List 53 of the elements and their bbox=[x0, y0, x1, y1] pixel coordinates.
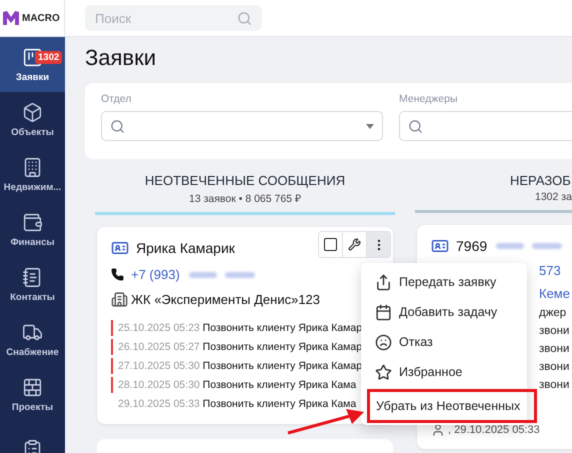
menu-item[interactable]: Передать заявку bbox=[361, 267, 527, 297]
id-card-icon bbox=[111, 239, 129, 257]
column-title: НЕРАЗОБ bbox=[509, 173, 572, 188]
phone-link[interactable]: +7 (993) bbox=[131, 267, 180, 282]
client-name: Ярика Камарик bbox=[136, 240, 235, 256]
star-icon bbox=[375, 364, 392, 380]
card-link[interactable]: Кеме bbox=[539, 286, 570, 301]
card-text: звони bbox=[539, 325, 570, 337]
column-summary: 1302 за bbox=[534, 191, 572, 203]
task-line: 29.10.2025 05:33 Позвонить клиенту Ярика Кама bbox=[117, 397, 358, 412]
user-icon bbox=[431, 423, 445, 437]
sidebar-item[interactable]: Контакты bbox=[0, 257, 65, 312]
sad-face-icon bbox=[375, 334, 392, 350]
brick-wall-icon bbox=[22, 376, 43, 398]
card-link[interactable]: 573 bbox=[539, 263, 561, 278]
filter-label: Отдел bbox=[101, 93, 132, 105]
search-icon bbox=[408, 118, 423, 134]
logo-icon bbox=[3, 11, 19, 25]
client-name: 7969 bbox=[456, 238, 488, 254]
phone-icon bbox=[111, 268, 124, 281]
sidebar-item[interactable]: Проекты bbox=[0, 367, 65, 422]
highlighted-menu-item[interactable]: Убрать из Неотвеченных bbox=[367, 389, 537, 423]
card-text: звони bbox=[539, 343, 570, 355]
building-icon bbox=[111, 291, 128, 308]
created-date: , 29.10.2025 05:33 bbox=[448, 424, 540, 436]
calendar-icon bbox=[375, 304, 392, 320]
sidebar-item[interactable]: Заявки 1302 bbox=[0, 37, 65, 92]
sidebar-item[interactable]: Снабжение bbox=[0, 312, 65, 367]
id-card-icon bbox=[431, 237, 449, 255]
column-summary: 13 заявок • 8 065 765 ₽ bbox=[188, 192, 302, 205]
card-text: звони bbox=[539, 379, 570, 391]
count-badge: 1302 bbox=[35, 51, 62, 64]
page-title: Заявки bbox=[85, 45, 158, 71]
card-text: джер bbox=[539, 307, 566, 319]
wrench-icon bbox=[348, 238, 361, 251]
search-icon bbox=[237, 10, 252, 26]
sidebar-item[interactable]: Недвижим... bbox=[0, 147, 65, 202]
filter-label: Менеджеры bbox=[399, 93, 458, 105]
sidebar-item[interactable]: Финансы bbox=[0, 202, 65, 257]
checkbox[interactable] bbox=[324, 238, 337, 251]
notebook-icon bbox=[22, 266, 43, 288]
logo-text: MACRO bbox=[22, 12, 60, 24]
share-icon bbox=[375, 274, 392, 290]
sidebar-item[interactable]: Объекты bbox=[0, 92, 65, 147]
card-text: звони bbox=[539, 361, 570, 373]
caret-icon bbox=[366, 124, 374, 128]
search-icon bbox=[110, 118, 125, 134]
object-name: ЖК «Эксперименты Денис»123 bbox=[131, 292, 320, 307]
column-title: НЕОТВЕЧЕННЫЕ СООБЩЕНИЯ bbox=[144, 173, 346, 188]
building-icon bbox=[22, 156, 43, 178]
cube-icon bbox=[22, 102, 43, 122]
select-field[interactable] bbox=[101, 111, 383, 141]
wallet-icon bbox=[22, 212, 43, 232]
